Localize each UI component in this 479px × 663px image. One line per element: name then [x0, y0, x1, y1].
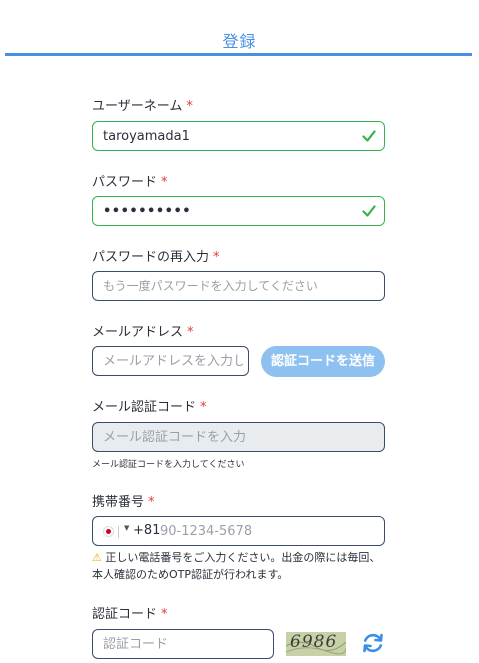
- captcha-label: 認証コード *: [92, 607, 168, 622]
- japan-flag-icon[interactable]: [103, 526, 114, 537]
- phone-label: 携帯番号 *: [92, 495, 155, 510]
- email-label: メールアドレス *: [92, 325, 194, 340]
- captcha-field[interactable]: [92, 629, 274, 659]
- required-mark: *: [148, 495, 155, 510]
- captcha-image: 6986: [286, 632, 346, 656]
- required-mark: *: [186, 99, 193, 114]
- phone-warning-text: 正しい電話番号をご入力ください。出金の際には毎回、本人確認のためOTP認証が行わ…: [92, 551, 381, 581]
- password-confirm-label: パスワードの再入力 *: [92, 250, 220, 265]
- warning-icon: ⚠: [92, 551, 102, 564]
- username-field[interactable]: [92, 121, 385, 151]
- email-input[interactable]: [103, 347, 243, 375]
- password-field[interactable]: [92, 196, 385, 226]
- password-input[interactable]: [103, 197, 353, 225]
- divider: [118, 526, 119, 538]
- phone-field[interactable]: ▼ +81: [92, 516, 385, 546]
- required-mark: *: [187, 325, 194, 340]
- send-code-button[interactable]: 認証コードを送信: [261, 346, 385, 377]
- refresh-icon[interactable]: [360, 630, 386, 656]
- header: 登録: [0, 0, 479, 58]
- email-field[interactable]: [92, 346, 249, 376]
- phone-input[interactable]: [160, 517, 375, 545]
- password-confirm-field[interactable]: [92, 271, 385, 301]
- captcha-input[interactable]: [103, 630, 265, 658]
- username-input[interactable]: [103, 122, 353, 150]
- password-label: パスワード *: [92, 175, 168, 190]
- email-code-label: メール認証コード *: [92, 400, 207, 415]
- captcha-text: 6986: [290, 632, 338, 652]
- username-label: ユーザーネーム *: [92, 99, 193, 114]
- email-code-input[interactable]: [103, 423, 375, 451]
- required-mark: *: [200, 400, 207, 415]
- tab-underline: [5, 53, 472, 56]
- required-mark: *: [161, 607, 168, 622]
- required-mark: *: [161, 175, 168, 190]
- email-code-hint: メール認証コードを入力してください: [92, 460, 245, 470]
- check-icon: [362, 205, 376, 217]
- password-confirm-input[interactable]: [103, 272, 375, 300]
- chevron-down-icon[interactable]: ▼: [124, 524, 129, 532]
- required-mark: *: [213, 250, 220, 265]
- email-code-field[interactable]: [92, 422, 385, 452]
- phone-warning: ⚠ 正しい電話番号をご入力ください。出金の際には毎回、本人確認のためOTP認証が…: [92, 549, 387, 583]
- country-code: +81: [133, 523, 161, 538]
- page-title[interactable]: 登録: [0, 28, 479, 52]
- check-icon: [362, 130, 376, 142]
